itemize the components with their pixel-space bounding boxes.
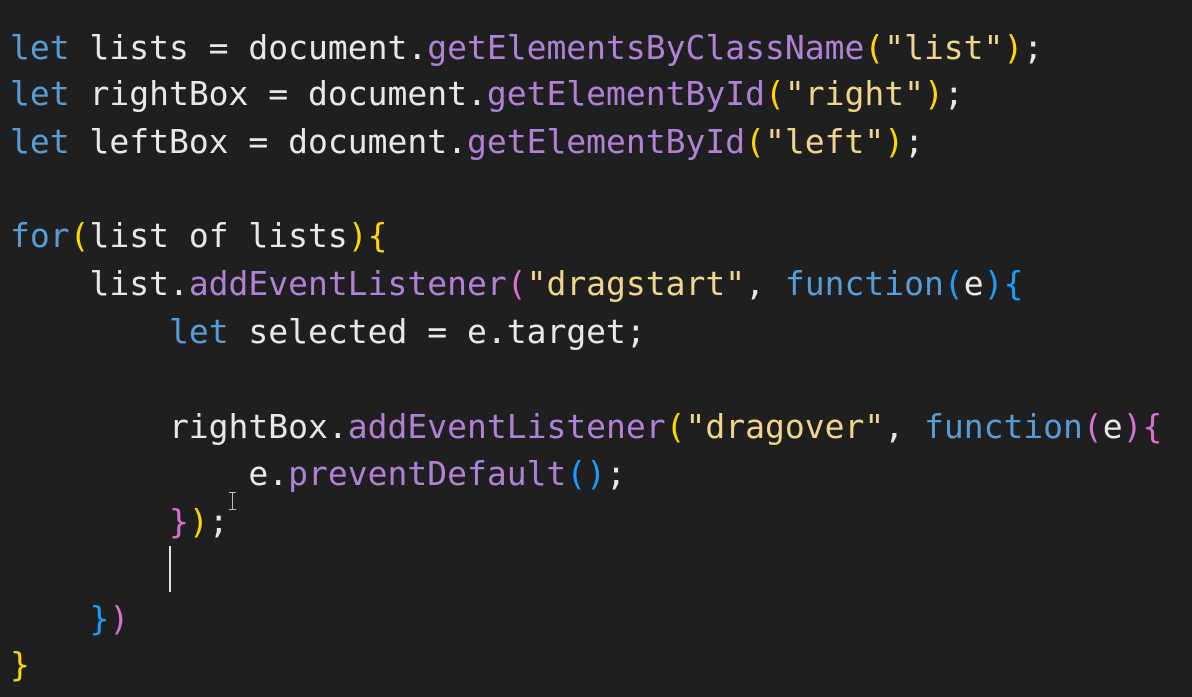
code-token: addEventListener — [347, 407, 666, 446]
code-token: lists = document. — [69, 28, 428, 67]
code-token: ) — [884, 122, 905, 161]
code-token: } — [168, 502, 189, 541]
code-line[interactable]: }); — [10, 500, 229, 544]
code-token: , — [745, 264, 785, 303]
code-token: ; — [904, 122, 924, 161]
code-token: list of lists — [89, 216, 348, 255]
code-token: addEventListener — [188, 264, 507, 303]
code-token: ) — [347, 216, 368, 255]
code-token: rightBox = document. — [69, 74, 487, 113]
code-line[interactable]: } — [10, 643, 30, 687]
code-token: ( — [864, 28, 885, 67]
code-token: "left" — [765, 122, 885, 161]
code-token: leftBox = document. — [69, 122, 467, 161]
code-token: function — [923, 407, 1083, 446]
code-token: ) — [1122, 407, 1143, 446]
code-token: ; — [1023, 28, 1044, 67]
code-token: e. — [10, 454, 289, 493]
code-token: "right" — [784, 74, 924, 113]
code-token: "dragover" — [685, 407, 885, 446]
code-token: ) — [983, 264, 1004, 303]
code-line[interactable]: let lists = document.getElementsByClassN… — [10, 26, 1043, 70]
code-token: function — [784, 264, 944, 303]
code-token: let — [10, 74, 70, 113]
code-token: e — [1102, 407, 1123, 446]
code-token: ; — [943, 74, 964, 113]
code-token: ( — [506, 264, 527, 303]
code-line[interactable]: }) — [10, 597, 129, 641]
code-token: { — [1003, 264, 1024, 303]
code-token: e — [963, 264, 984, 303]
code-token: preventDefault — [288, 454, 567, 493]
code-line[interactable]: let selected = e.target; — [10, 310, 646, 354]
code-token: let — [10, 28, 70, 67]
code-token: { — [1142, 407, 1163, 446]
code-token: ( — [1082, 407, 1103, 446]
code-editor[interactable]: let lists = document.getElementsByClassN… — [0, 0, 1192, 697]
code-token: getElementById — [466, 122, 746, 161]
code-token: { — [367, 216, 388, 255]
code-token: ) — [188, 502, 209, 541]
code-line[interactable]: e.preventDefault(); — [10, 452, 626, 496]
code-token: let — [168, 312, 229, 351]
code-token: rightBox. — [10, 407, 348, 446]
code-token: } — [10, 645, 30, 684]
code-line[interactable]: let rightBox = document.getElementById("… — [10, 72, 964, 116]
code-token: selected = e.target; — [228, 312, 646, 351]
code-token: ( — [745, 122, 765, 161]
code-token: let — [10, 122, 70, 161]
code-token: ( — [665, 407, 686, 446]
code-token: ) — [109, 599, 130, 638]
code-token: ; — [606, 454, 626, 493]
code-token: ; — [208, 502, 229, 541]
text-cursor — [169, 546, 171, 592]
code-token: , — [884, 407, 924, 446]
code-line[interactable]: rightBox.addEventListener("dragover", fu… — [10, 405, 1162, 449]
code-token: } — [89, 599, 110, 638]
code-token: ( — [943, 264, 964, 303]
code-line[interactable]: let leftBox = document.getElementById("l… — [10, 120, 924, 164]
code-token: "dragstart" — [526, 264, 746, 303]
code-token: ) — [923, 74, 944, 113]
code-token: getElementsByClassName — [427, 28, 865, 67]
code-token: for — [10, 216, 70, 255]
code-token: list. — [10, 264, 189, 303]
mouse-ibeam-icon — [228, 492, 238, 510]
code-line[interactable]: list.addEventListener("dragstart", funct… — [10, 262, 1023, 306]
code-token: ( — [69, 216, 90, 255]
code-token: ( — [765, 74, 785, 113]
code-token: getElementById — [486, 74, 765, 113]
code-line[interactable]: for(list of lists){ — [10, 214, 388, 258]
code-token: () — [566, 454, 607, 493]
code-token: "list" — [884, 28, 1004, 67]
code-token: ) — [1003, 28, 1024, 67]
